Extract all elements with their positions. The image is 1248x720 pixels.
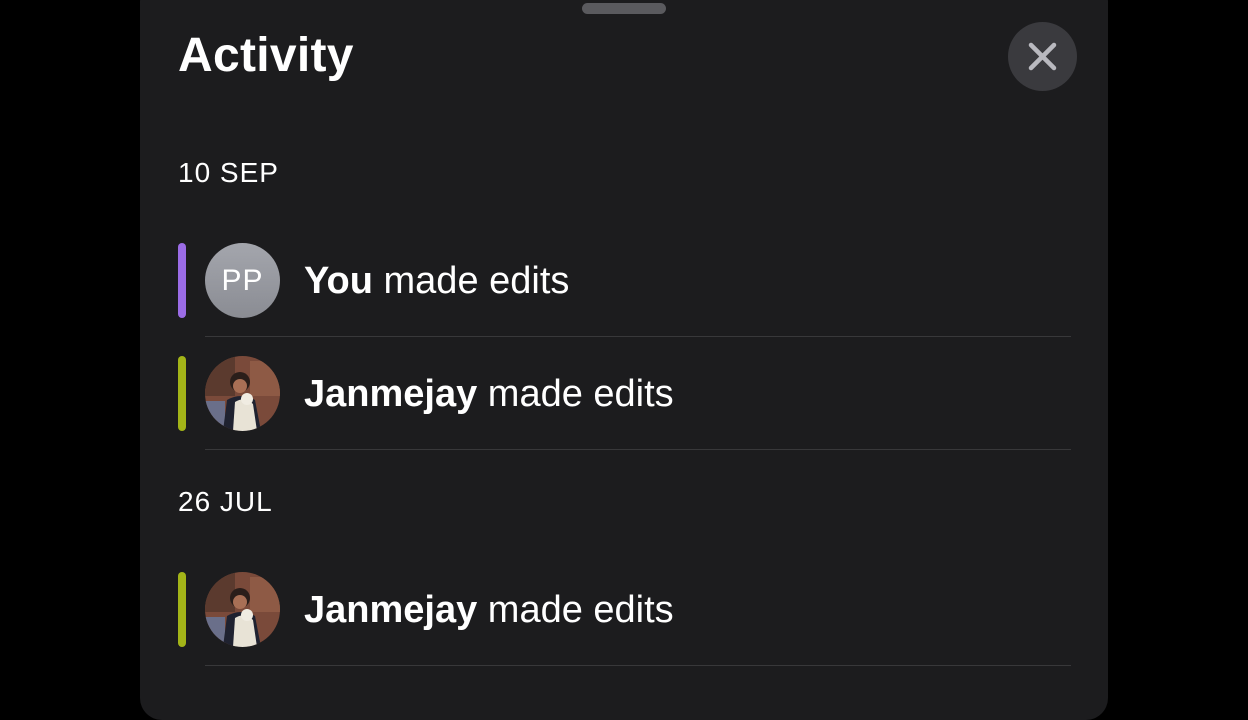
activity-user-name: Janmejay xyxy=(304,373,478,415)
avatar: PP xyxy=(205,243,280,318)
activity-item[interactable]: Janmejay made edits xyxy=(176,572,1071,686)
activity-item[interactable]: PP You made edits xyxy=(176,243,1071,357)
row-divider xyxy=(205,449,1071,450)
activity-user-name: You xyxy=(304,260,373,302)
avatar xyxy=(205,572,280,647)
activity-item[interactable]: Janmejay made edits xyxy=(176,356,1071,470)
user-color-marker xyxy=(178,572,186,647)
user-color-marker xyxy=(178,243,186,318)
close-icon xyxy=(1028,42,1057,71)
activity-action: made edits xyxy=(487,373,674,415)
user-color-marker xyxy=(178,356,186,431)
section-date-header: 26 JUL xyxy=(178,486,273,517)
activity-user-name: Janmejay xyxy=(304,589,478,631)
activity-text: You made edits xyxy=(304,256,569,306)
section-date-header: 10 SEP xyxy=(178,157,279,188)
page-title: Activity xyxy=(178,29,354,82)
row-divider xyxy=(205,665,1071,666)
sheet-grabber[interactable] xyxy=(582,3,666,14)
close-button[interactable] xyxy=(1008,22,1077,91)
activity-text: Janmejay made edits xyxy=(304,369,674,419)
activity-action: made edits xyxy=(383,260,570,302)
activity-action: made edits xyxy=(487,589,674,631)
activity-text: Janmejay made edits xyxy=(304,585,674,635)
avatar xyxy=(205,356,280,431)
row-divider xyxy=(205,336,1071,337)
